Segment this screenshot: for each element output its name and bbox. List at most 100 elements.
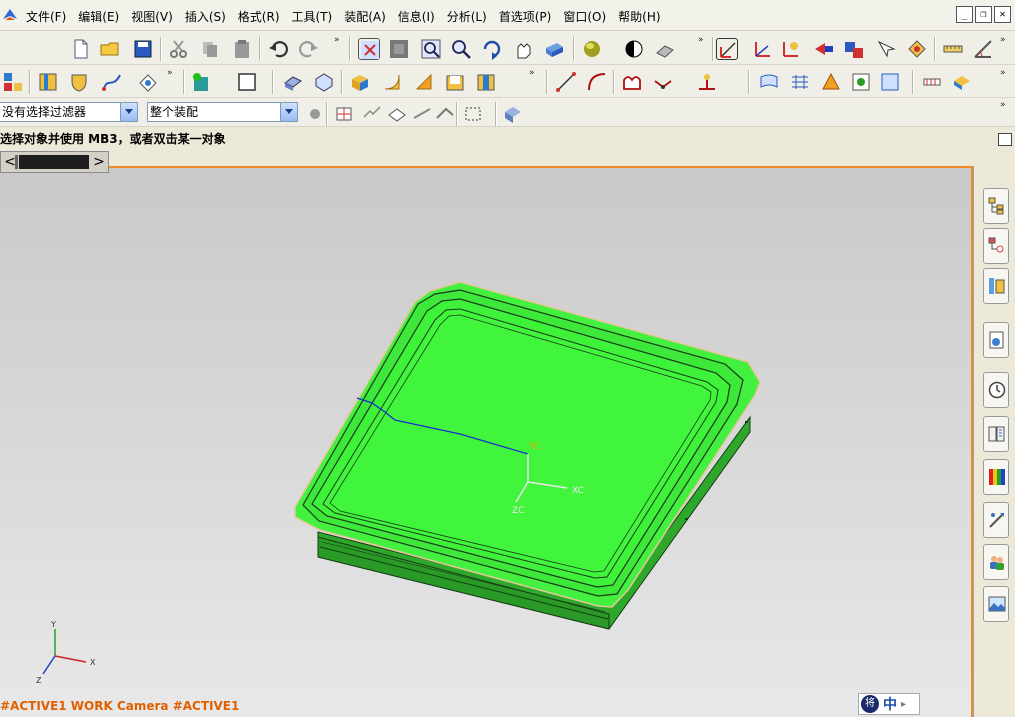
select-feature-icon[interactable] — [434, 103, 456, 125]
assembly-navigator-tab[interactable] — [983, 188, 1009, 224]
block-icon[interactable] — [349, 71, 371, 93]
toolbar-overflow-icon[interactable]: » — [334, 35, 340, 45]
scroll-thumb[interactable] — [15, 155, 18, 169]
wcs-orient-icon[interactable] — [813, 38, 835, 60]
type-filter-select[interactable]: 没有选择过滤器 — [0, 102, 138, 122]
thicken-icon[interactable] — [951, 71, 973, 93]
scroll-track[interactable] — [19, 155, 89, 169]
menu-window[interactable]: 窗口(O) — [557, 8, 612, 25]
save-icon[interactable] — [132, 38, 154, 60]
shield-part-icon[interactable] — [68, 71, 90, 93]
new-file-icon[interactable] — [70, 38, 92, 60]
history-tab[interactable] — [983, 322, 1009, 358]
pan-icon[interactable] — [512, 38, 534, 60]
system-scenes-tab[interactable] — [983, 586, 1009, 622]
spline-icon[interactable] — [101, 71, 123, 93]
toolbar-overflow-icon[interactable]: » — [1000, 68, 1006, 78]
toolbar-overflow-icon[interactable]: » — [698, 35, 704, 45]
extrude-icon[interactable] — [282, 71, 304, 93]
feature-icon[interactable] — [137, 71, 159, 93]
roles-tab[interactable] — [983, 544, 1009, 580]
through-curves-icon[interactable] — [758, 71, 780, 93]
edge-blend-icon[interactable] — [381, 71, 403, 93]
menu-file[interactable]: 文件(F) — [20, 8, 72, 25]
menu-information[interactable]: 信息(I) — [392, 8, 441, 25]
menu-preferences[interactable]: 首选项(P) — [493, 8, 558, 25]
paste-icon[interactable] — [231, 38, 253, 60]
revolve-icon[interactable] — [313, 71, 335, 93]
graphics-window[interactable]: YC XC ZC Y X Z #ACTIVE1 WORK Camera #ACT… — [0, 166, 973, 717]
menu-tools[interactable]: 工具(T) — [286, 8, 339, 25]
sketch-rectangle-icon[interactable] — [236, 71, 258, 93]
process-studio-tab[interactable] — [983, 502, 1009, 538]
select-move-icon[interactable] — [875, 38, 897, 60]
wcs-origin-icon[interactable] — [752, 38, 774, 60]
visualization-tab[interactable] — [983, 459, 1009, 495]
toolbar-overflow-icon[interactable]: » — [1000, 35, 1006, 45]
menu-view[interactable]: 视图(V) — [125, 8, 179, 25]
select-edge-icon[interactable] — [411, 103, 433, 125]
redo-icon[interactable] — [298, 38, 320, 60]
selection-scope-select[interactable]: 整个装配 — [147, 102, 298, 122]
chamfer-icon[interactable] — [413, 71, 435, 93]
undo-icon[interactable] — [267, 38, 289, 60]
wcs-rotate-icon[interactable] — [780, 38, 802, 60]
render-style-icon[interactable] — [581, 38, 603, 60]
selection-scope-filter-icon[interactable] — [304, 103, 326, 125]
zoom-region-icon[interactable] — [388, 38, 410, 60]
zoom-in-icon[interactable] — [450, 38, 472, 60]
select-all-icon[interactable] — [334, 103, 356, 125]
menu-help[interactable]: 帮助(H) — [612, 8, 666, 25]
measure-angle-icon[interactable] — [972, 38, 994, 60]
wcs-dynamics-icon[interactable] — [716, 38, 738, 60]
select-face-icon[interactable] — [386, 103, 408, 125]
toolbar-overflow-icon[interactable]: » — [167, 68, 173, 78]
datum-point-icon[interactable] — [191, 71, 213, 93]
snap-point-icon[interactable] — [361, 103, 383, 125]
menu-edit[interactable]: 编辑(E) — [72, 8, 125, 25]
swept-icon[interactable] — [820, 71, 842, 93]
toolbar-overflow-icon[interactable]: » — [529, 68, 535, 78]
model-view[interactable]: YC XC ZC Y X Z — [0, 168, 973, 717]
part-navigator-tab[interactable] — [983, 268, 1009, 304]
bounded-plane-icon[interactable] — [850, 71, 872, 93]
curve-point-icon[interactable] — [652, 71, 674, 93]
arc-icon[interactable] — [586, 71, 608, 93]
line-icon[interactable] — [555, 71, 577, 93]
zoom-icon[interactable] — [420, 38, 442, 60]
restore-button[interactable]: ❐ — [975, 6, 992, 23]
clock-history-tab[interactable] — [983, 372, 1009, 408]
close-button[interactable]: ✕ — [994, 6, 1011, 23]
show-hide-icon[interactable] — [502, 103, 524, 125]
curve-mesh-icon[interactable] — [789, 71, 811, 93]
reuse-library-tab[interactable] — [983, 416, 1009, 452]
view-orientation-icon[interactable] — [654, 38, 676, 60]
curve-offset-icon[interactable] — [696, 71, 718, 93]
shaded-view-icon[interactable] — [543, 38, 565, 60]
color-contrast-icon[interactable] — [623, 38, 645, 60]
status-panel-icon[interactable] — [998, 133, 1012, 146]
trimmed-sheet-icon[interactable] — [879, 71, 901, 93]
open-folder-icon[interactable] — [99, 38, 121, 60]
navigator-strip[interactable]: < > — [0, 151, 109, 173]
ime-indicator[interactable]: 将 中 ▸ — [858, 693, 920, 715]
menu-assembly[interactable]: 装配(A) — [338, 8, 392, 25]
rectangle-select-icon[interactable] — [463, 103, 485, 125]
cut-icon[interactable] — [168, 38, 190, 60]
toolbar-overflow-icon[interactable]: » — [1000, 100, 1006, 110]
menu-insert[interactable]: 插入(S) — [179, 8, 232, 25]
part-icon[interactable] — [37, 71, 59, 93]
shell-icon[interactable] — [444, 71, 466, 93]
wcs-save-icon[interactable] — [906, 38, 928, 60]
fit-view-icon[interactable] — [358, 38, 380, 60]
minimize-button[interactable]: _ — [956, 6, 973, 23]
scroll-right-button[interactable]: > — [90, 153, 108, 171]
rotate-icon[interactable] — [481, 38, 503, 60]
hole-icon[interactable] — [475, 71, 497, 93]
studio-spline-icon[interactable] — [621, 71, 643, 93]
menu-analysis[interactable]: 分析(L) — [441, 8, 493, 25]
nx-app-icon[interactable] — [2, 7, 18, 23]
constraint-navigator-tab[interactable] — [983, 228, 1009, 264]
modeling-application-icon[interactable] — [2, 71, 24, 93]
sew-icon[interactable] — [921, 71, 943, 93]
